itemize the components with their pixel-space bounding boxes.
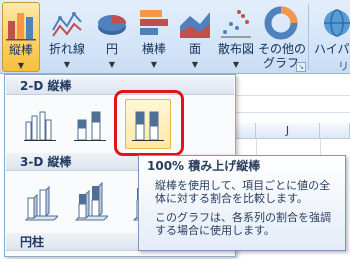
stacked-column-icon [74,111,106,141]
area-chart-icon [180,12,210,38]
3d-stacked-column-icon [74,182,108,221]
cylinder-option[interactable] [17,253,63,259]
pie-chart-button[interactable]: 円 ▼ [94,2,130,72]
chevron-down-icon: ▼ [150,60,158,69]
line-chart-icon [52,12,82,37]
chevron-down-icon: ▼ [63,60,71,69]
hyperlink-icon [324,9,350,37]
other-charts-label: その他の [258,42,307,56]
hyperlink-label: ハイパー [314,42,350,56]
clustered-column-option[interactable] [17,99,63,149]
area-chart-label: 面 [188,42,201,56]
chevron-down-icon: ▼ [232,60,240,69]
clustered-column-icon [24,111,56,141]
grid-line [236,112,350,113]
stacked-column-option[interactable] [67,99,113,149]
column-chart-label: 縦棒 [8,43,33,57]
group-divider [308,4,309,70]
chevron-down-icon: ▼ [108,60,116,69]
tooltip-title: 100% 積み上げ縦棒 [147,159,261,173]
column-chart-icon [6,13,36,41]
group-label: リ [338,60,349,73]
3d-stacked-column-option[interactable] [67,173,113,223]
column-chart-button[interactable]: 縦棒 ▼ [2,2,40,72]
column-header-i[interactable] [236,123,256,139]
scatter-chart-button[interactable]: 散布図 ▼ [216,2,256,72]
ribbon: 縦棒 ▼ 折れ線 ▼ 円 ▼ 横棒 ▼ 面 ▼ 散布図 ▼ その他の グラフ ↘… [0,0,350,74]
tooltip: 100% 積み上げ縦棒 縦棒を使用して、項目ごとに値の全体に対する割合を比較しま… [138,155,346,251]
line-chart-label: 折れ線 [48,42,85,56]
pie-chart-icon [98,15,126,35]
highlight-ring [114,90,184,156]
bar-chart-icon [140,10,168,35]
line-chart-button[interactable]: 折れ線 ▼ [44,2,90,72]
grid-line [236,95,350,96]
column-header-k[interactable] [320,123,350,139]
scatter-chart-icon [221,10,251,38]
3d-clustered-column-option[interactable] [17,173,63,223]
tooltip-usage: このグラフは、各系列の割合を強調する場合に使用します。 [155,211,331,237]
column-header-j[interactable]: J [256,123,320,139]
bar-chart-button[interactable]: 横棒 ▼ [134,2,174,72]
tooltip-description: 縦棒を使用して、項目ごとに値の全体に対する割合を比較します。 [155,179,331,205]
area-chart-button[interactable]: 面 ▼ [178,2,212,72]
dialog-launcher-icon[interactable]: ↘ [296,62,306,72]
bar-chart-label: 横棒 [141,42,166,56]
3d-clustered-column-icon [24,185,58,221]
chevron-down-icon: ▼ [191,60,199,69]
pie-chart-label: 円 [105,42,118,56]
scatter-chart-label: 散布図 [217,42,254,56]
other-charts-icon [264,6,298,40]
chevron-down-icon: ▼ [17,61,25,70]
